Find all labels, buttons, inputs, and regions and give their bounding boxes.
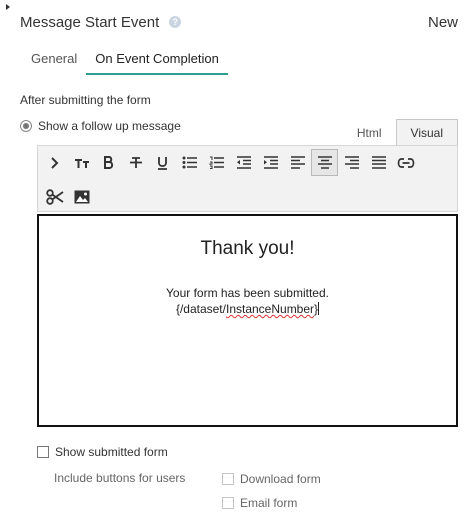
- text-cursor: [318, 302, 320, 315]
- follow-up-radio[interactable]: [20, 120, 32, 132]
- scissors-icon[interactable]: [41, 183, 68, 210]
- message-heading: Thank you!: [200, 238, 295, 259]
- justify-icon[interactable]: [365, 149, 392, 176]
- panel-title: Message Start Event: [20, 13, 160, 31]
- download-form-label: Download form: [240, 472, 321, 486]
- underline-icon[interactable]: [149, 149, 176, 176]
- outdent-icon[interactable]: [230, 149, 257, 176]
- align-right-icon[interactable]: [338, 149, 365, 176]
- bulleted-list-icon[interactable]: [176, 149, 203, 176]
- collapse-arrow-icon[interactable]: [6, 4, 10, 10]
- show-submitted-form-option[interactable]: Show submitted form: [37, 445, 168, 459]
- email-form-checkbox[interactable]: [222, 497, 234, 509]
- follow-up-option[interactable]: Show a follow up message: [20, 119, 181, 133]
- align-left-icon[interactable]: [284, 149, 311, 176]
- include-buttons-label: Include buttons for users: [54, 471, 186, 485]
- link-icon[interactable]: [392, 149, 419, 176]
- show-submitted-form-checkbox[interactable]: [37, 446, 49, 458]
- text-size-icon[interactable]: [68, 149, 95, 176]
- download-form-option[interactable]: Download form: [222, 472, 321, 486]
- show-submitted-form-label: Show submitted form: [55, 445, 168, 459]
- tab-on-event-completion[interactable]: On Event Completion: [86, 46, 228, 75]
- tab-general[interactable]: General: [22, 46, 86, 75]
- tab-bar: General On Event Completion: [22, 46, 228, 75]
- tab-html[interactable]: Html: [343, 120, 396, 146]
- section-heading: After submitting the form: [20, 93, 151, 107]
- email-form-option[interactable]: Email form: [222, 496, 297, 510]
- variable-prefix: {/dataset/: [175, 302, 226, 316]
- message-variable-line: {/dataset/InstanceNumber}: [39, 302, 456, 316]
- status-label: New: [427, 13, 458, 31]
- download-form-checkbox[interactable]: [222, 473, 234, 485]
- variable-name: InstanceNumber: [225, 302, 315, 316]
- numbered-list-icon[interactable]: [203, 149, 230, 176]
- align-center-icon[interactable]: [311, 149, 338, 176]
- tab-visual[interactable]: Visual: [395, 119, 458, 146]
- editor-toolbar: [37, 145, 458, 212]
- follow-up-label: Show a follow up message: [38, 119, 181, 133]
- rich-text-editor[interactable]: Thank you! Your form has been submitted.…: [37, 214, 458, 427]
- message-line: Your form has been submitted.: [166, 286, 329, 300]
- image-icon[interactable]: [68, 183, 95, 210]
- help-icon[interactable]: ?: [169, 16, 182, 28]
- strikethrough-icon[interactable]: [122, 149, 149, 176]
- editor-view-tabs: Html Visual: [343, 119, 458, 146]
- expand-icon[interactable]: [41, 149, 68, 176]
- panel-header: Message Start Event ? New: [20, 9, 458, 35]
- bold-icon[interactable]: [95, 149, 122, 176]
- indent-icon[interactable]: [257, 149, 284, 176]
- email-form-label: Email form: [240, 496, 298, 510]
